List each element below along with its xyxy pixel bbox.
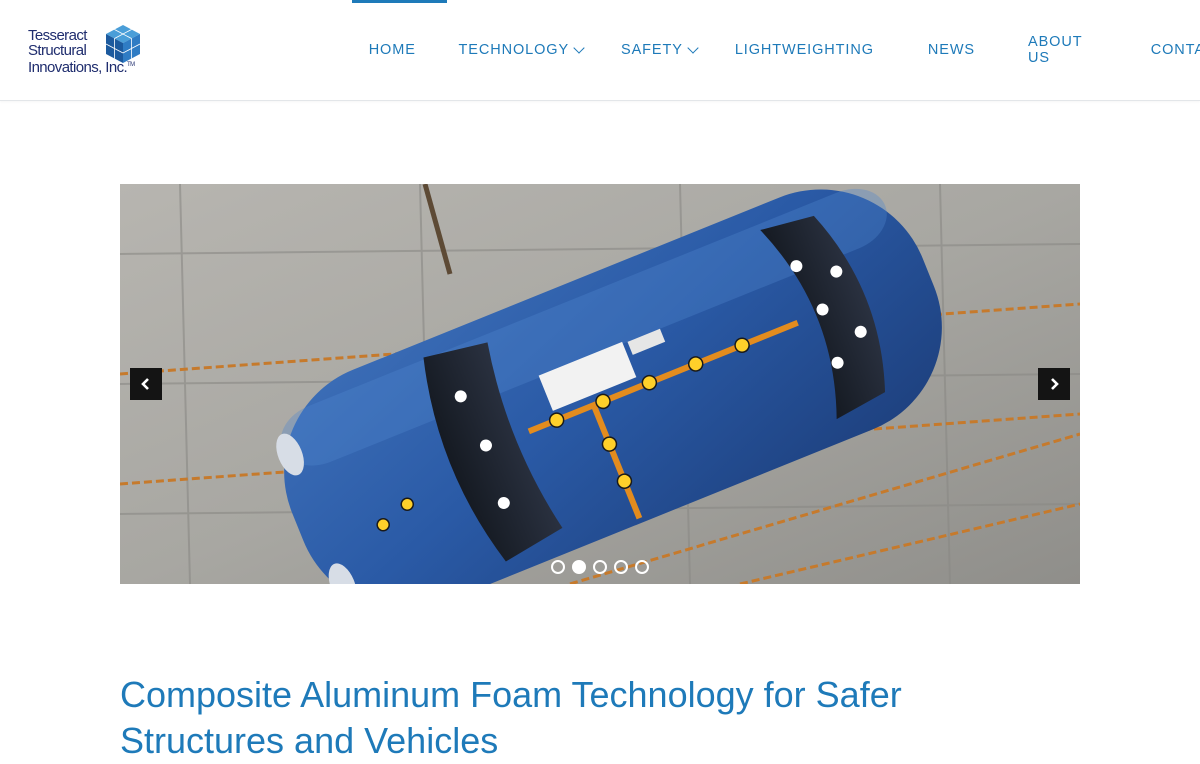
- site-header: Tesseract Structural Innovations, Inc.TM…: [0, 0, 1200, 101]
- nav-label: CONTACT: [1150, 42, 1200, 58]
- company-logo[interactable]: Tesseract Structural Innovations, Inc.TM: [28, 24, 160, 86]
- nav-label: NEWS: [927, 42, 976, 58]
- nav-item-home[interactable]: HOME: [352, 0, 447, 100]
- nav-label: ABOUT US: [1028, 34, 1083, 66]
- main-nav: HOME TECHNOLOGY SAFETY LIGHTWEIGHTING NE…: [352, 0, 1200, 100]
- nav-item-technology[interactable]: TECHNOLOGY: [458, 0, 585, 100]
- nav-item-lightweighting[interactable]: LIGHTWEIGHTING: [735, 0, 874, 100]
- hero-slider: [120, 184, 1080, 584]
- nav-label: HOME: [368, 42, 416, 58]
- slider-dot-2[interactable]: [572, 560, 586, 574]
- cube-icon: [105, 25, 141, 63]
- page-headline: Composite Aluminum Foam Technology for S…: [120, 674, 902, 761]
- nav-label: SAFETY: [621, 42, 683, 58]
- slider-prev-button[interactable]: [130, 368, 162, 400]
- crash-test-photo: [120, 184, 1080, 584]
- active-indicator: [352, 0, 447, 3]
- chevron-down-icon: [687, 42, 699, 54]
- chevron-left-icon: [141, 378, 149, 390]
- chevron-down-icon: [573, 42, 585, 54]
- slider-next-button[interactable]: [1038, 368, 1070, 400]
- nav-item-about-us[interactable]: ABOUT US: [1028, 0, 1097, 100]
- nav-label: TECHNOLOGY: [458, 42, 570, 58]
- slider-dot-5[interactable]: [635, 560, 649, 574]
- nav-label: LIGHTWEIGHTING: [734, 42, 874, 58]
- slider-pagination: [551, 560, 649, 574]
- slider-dot-1[interactable]: [551, 560, 565, 574]
- nav-item-contact[interactable]: CONTACT: [1151, 0, 1200, 100]
- nav-item-safety[interactable]: SAFETY: [621, 0, 699, 100]
- slider-dot-3[interactable]: [593, 560, 607, 574]
- chevron-right-icon: [1051, 378, 1059, 390]
- slider-dot-4[interactable]: [614, 560, 628, 574]
- nav-item-news[interactable]: NEWS: [928, 0, 975, 100]
